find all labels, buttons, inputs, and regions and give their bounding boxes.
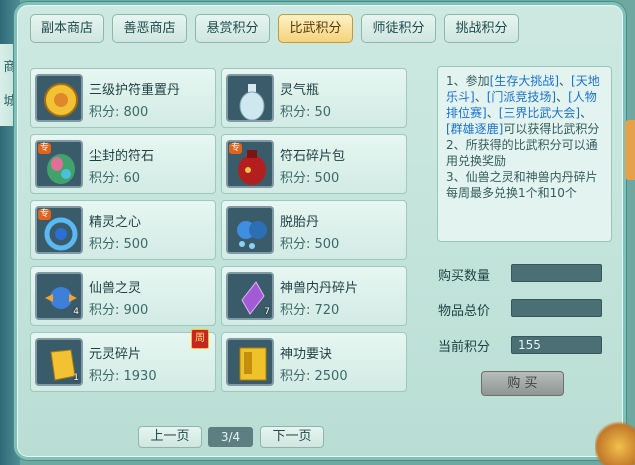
rune-bag-icon: 专: [226, 140, 274, 188]
qty-label: 购买数量: [438, 269, 491, 284]
item-price: 积分: 500: [280, 237, 340, 252]
info-text: 、: [580, 106, 593, 120]
item-name: 元灵碎片: [89, 347, 142, 362]
shop-item[interactable]: 神功要诀 积分: 2500: [221, 332, 407, 392]
beast-core-icon: 7: [226, 272, 274, 320]
item-name: 灵气瓶: [280, 83, 320, 98]
info-text: 、: [556, 90, 569, 104]
spirit-vase-icon: [226, 74, 274, 122]
info-text: 可以获得比武积分: [503, 122, 600, 136]
weekly-limit-tag: 周: [191, 329, 209, 349]
item-price: 积分: 500: [280, 171, 340, 186]
item-price: 积分: 500: [89, 237, 149, 252]
item-name: 神功要诀: [280, 347, 333, 362]
shop-item[interactable]: 1 元灵碎片 积分: 1930 周: [30, 329, 216, 392]
info-text: 、: [559, 74, 572, 88]
info-text: 、: [486, 106, 499, 120]
tab-duel-points[interactable]: 比武积分: [278, 14, 353, 43]
tab-bounty-points[interactable]: 悬赏积分: [195, 14, 270, 43]
qty-field[interactable]: [511, 264, 602, 282]
shop-item[interactable]: 专 符石碎片包 积分: 500: [221, 134, 407, 194]
right-edge-decoration: [625, 120, 635, 180]
current-points-label: 当前积分: [438, 340, 491, 355]
item-name: 尘封的符石: [89, 149, 155, 164]
tab-mentor-points[interactable]: 师徒积分: [361, 14, 436, 43]
info-text: 2、所获得的比武积分可以通用兑换奖励: [446, 138, 598, 168]
item-name: 神兽内丹碎片: [280, 281, 359, 296]
info-link[interactable]: [三界比武大会]: [499, 106, 580, 120]
tab-karma-shop[interactable]: 善恶商店: [112, 14, 187, 43]
shop-item[interactable]: 专 尘封的符石 积分: 60: [30, 134, 216, 194]
item-quantity: 4: [73, 307, 79, 317]
info-text: 3、仙兽之灵和神兽内丹碎片每周最多兑换1个和10个: [446, 170, 598, 200]
corner-decoration-icon: [595, 419, 635, 465]
shop-item[interactable]: 专 精灵之心 积分: 500: [30, 200, 216, 260]
info-text: 、: [474, 90, 487, 104]
shop-item[interactable]: 三级护符重置丹 积分: 800: [30, 68, 216, 128]
total-field: [511, 299, 602, 317]
info-link[interactable]: [生存大挑战]: [490, 74, 559, 88]
current-points-field: 155: [511, 336, 602, 354]
info-text: 1、参加: [446, 74, 490, 88]
item-price: 积分: 800: [89, 105, 149, 120]
buy-button[interactable]: 购 买: [481, 371, 564, 396]
skill-book-icon: [226, 338, 274, 386]
shop-item[interactable]: 灵气瓶 积分: 50: [221, 68, 407, 128]
gold-charm-icon: [35, 74, 83, 122]
info-panel: 1、参加[生存大挑战]、[天地乐斗]、[门派竞技场]、[人物排位赛]、[三界比武…: [437, 66, 612, 242]
item-name: 仙兽之灵: [89, 281, 142, 296]
special-badge: 专: [229, 143, 243, 154]
next-page-button[interactable]: 下一页: [260, 426, 324, 448]
shop-item[interactable]: 7 神兽内丹碎片 积分: 720: [221, 266, 407, 326]
special-badge: 专: [38, 209, 52, 220]
item-name: 符石碎片包: [280, 149, 346, 164]
rebirth-pill-icon: [226, 206, 274, 254]
total-label: 物品总价: [438, 304, 491, 319]
item-name: 脱胎丹: [280, 215, 320, 230]
item-quantity: 7: [264, 307, 270, 317]
shop-item[interactable]: 脱胎丹 积分: 500: [221, 200, 407, 260]
item-name: 精灵之心: [89, 215, 142, 230]
item-price: 积分: 1930: [89, 369, 157, 384]
page-indicator: 3/4: [208, 427, 253, 447]
shop-item[interactable]: 4 仙兽之灵 积分: 900: [30, 266, 216, 326]
info-link[interactable]: [门派竞技场]: [487, 90, 556, 104]
spirit-heart-icon: 专: [35, 206, 83, 254]
info-link[interactable]: [群雄逐鹿]: [446, 122, 503, 136]
item-name: 三级护符重置丹: [89, 83, 181, 98]
item-price: 积分: 720: [280, 303, 340, 318]
tab-dungeon-shop[interactable]: 副本商店: [30, 14, 104, 43]
prev-page-button[interactable]: 上一页: [138, 426, 202, 448]
rune-stone-icon: 专: [35, 140, 83, 188]
beast-spirit-icon: 4: [35, 272, 83, 320]
yuanling-shard-icon: 1: [35, 338, 83, 386]
item-price: 积分: 900: [89, 303, 149, 318]
item-price: 积分: 60: [89, 171, 141, 186]
item-price: 积分: 50: [280, 105, 332, 120]
tab-challenge-points[interactable]: 挑战积分: [444, 14, 519, 43]
special-badge: 专: [38, 143, 52, 154]
item-price: 积分: 2500: [280, 369, 348, 384]
item-quantity: 1: [73, 373, 79, 383]
